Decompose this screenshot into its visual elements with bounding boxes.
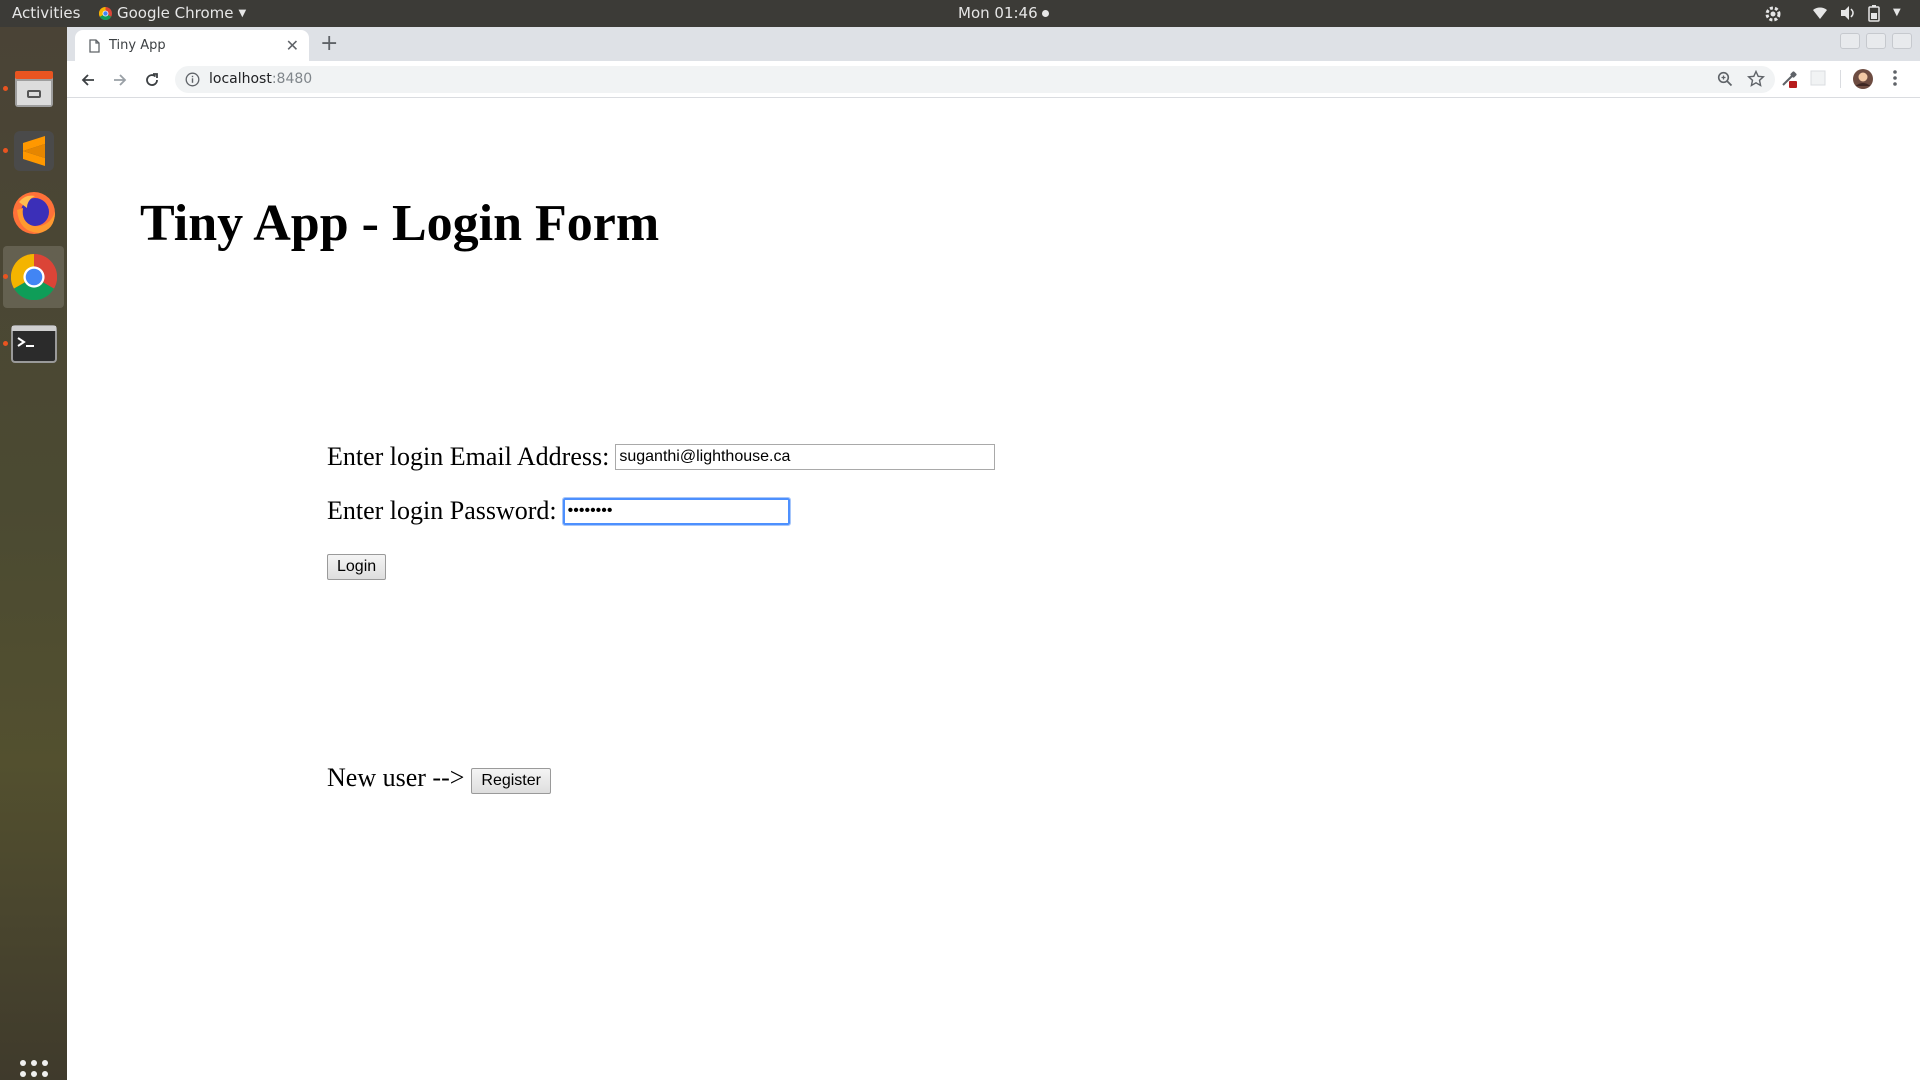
page-content: Tiny App - Login Form Enter login Email …: [67, 98, 1920, 1080]
close-window-button[interactable]: [1892, 33, 1912, 49]
new-user-label: New user -->: [327, 763, 465, 792]
url-text: localhost:8480: [209, 71, 312, 87]
dock-item-firefox[interactable]: [0, 182, 67, 244]
close-tab-icon[interactable]: ✕: [286, 36, 299, 55]
email-field[interactable]: [615, 444, 996, 470]
system-menu-chevron-icon[interactable]: ▼: [1893, 7, 1901, 18]
login-button[interactable]: Login: [327, 554, 387, 580]
more-menu-icon[interactable]: [1892, 69, 1898, 87]
show-applications-button[interactable]: [0, 1044, 67, 1080]
running-indicator: [3, 148, 8, 153]
page-title: Tiny App - Login Form: [140, 195, 660, 252]
zoom-icon[interactable]: [1717, 71, 1733, 87]
chevron-down-icon: ▼: [238, 7, 247, 19]
minimize-window-button[interactable]: [1840, 33, 1860, 49]
chrome-small-icon: [99, 6, 112, 20]
password-field[interactable]: [561, 496, 791, 526]
back-arrow-icon: [81, 74, 94, 86]
reload-icon: [146, 73, 158, 86]
files-icon: [14, 71, 53, 107]
register-row: New user --> Register: [327, 762, 551, 794]
browser-toolbar: localhost:8480: [67, 61, 1920, 98]
chrome-icon: [10, 254, 57, 300]
bookmark-star-icon[interactable]: [1747, 70, 1765, 88]
gnome-top-bar: Activities Google Chrome ▼ Mon 01:46 ▼: [0, 0, 1920, 27]
clock[interactable]: Mon 01:46: [958, 4, 1049, 22]
apps-grid-icon: [19, 1060, 48, 1077]
dock-item-chrome[interactable]: [3, 246, 64, 308]
forward-arrow-icon: [114, 74, 127, 86]
profile-avatar-icon[interactable]: [1852, 68, 1874, 90]
toolbar-divider: [1840, 70, 1841, 88]
maximize-window-button[interactable]: [1866, 33, 1886, 49]
email-row: Enter login Email Address:: [327, 442, 996, 472]
extension-eyedropper-icon[interactable]: [1779, 69, 1799, 89]
tab-tiny-app[interactable]: Tiny App ✕: [75, 30, 309, 61]
url-host: localhost: [209, 71, 272, 87]
running-indicator: [3, 86, 8, 91]
forward-button[interactable]: [109, 69, 131, 91]
reload-button[interactable]: [141, 69, 163, 91]
battery-icon[interactable]: [1868, 4, 1880, 22]
email-label: Enter login Email Address:: [327, 442, 610, 471]
wifi-icon[interactable]: [1812, 4, 1828, 22]
tab-strip: Tiny App ✕ +: [67, 27, 1920, 61]
page-icon: [89, 38, 100, 53]
site-info-icon[interactable]: [185, 72, 200, 87]
dock-item-terminal[interactable]: [0, 313, 67, 375]
url-port: :8480: [271, 71, 313, 87]
running-indicator: [3, 274, 8, 279]
extension-blank-icon[interactable]: [1809, 69, 1827, 87]
terminal-icon: [10, 325, 57, 363]
ubuntu-dock: [0, 27, 67, 1080]
app-menu-label: Google Chrome: [117, 4, 234, 22]
password-row: Enter login Password:: [327, 496, 791, 526]
notification-dot-icon: [1041, 10, 1049, 17]
app-menu[interactable]: Google Chrome ▼: [99, 4, 246, 22]
volume-icon[interactable]: [1839, 4, 1857, 22]
dock-item-sublime[interactable]: [0, 120, 67, 182]
activities-button[interactable]: Activities: [12, 4, 80, 22]
register-button[interactable]: Register: [471, 768, 551, 794]
tab-title: Tiny App: [109, 38, 166, 53]
firefox-icon: [12, 192, 55, 234]
accessibility-gear-icon[interactable]: [1763, 4, 1783, 24]
dock-item-files[interactable]: [0, 58, 67, 120]
login-row: Login: [327, 554, 387, 580]
running-indicator: [3, 341, 8, 346]
new-tab-button[interactable]: +: [320, 31, 338, 56]
password-label: Enter login Password:: [327, 496, 557, 525]
address-bar[interactable]: localhost:8480: [175, 66, 1775, 93]
sublime-text-icon: [13, 131, 54, 171]
clock-label: Mon 01:46: [958, 4, 1038, 22]
back-button[interactable]: [77, 69, 99, 91]
